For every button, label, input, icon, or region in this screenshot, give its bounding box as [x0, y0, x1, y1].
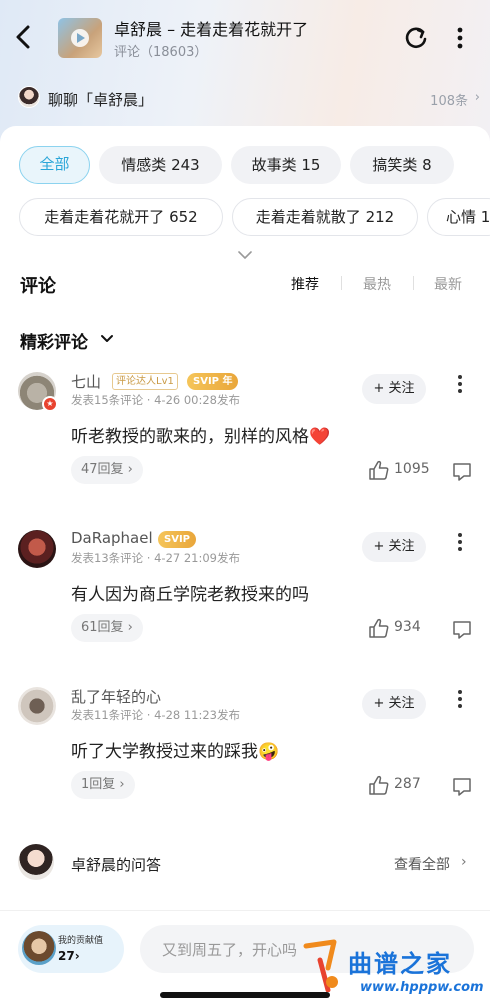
header: 卓舒晨 – 走着走着花就开了 评论（18603） [0, 0, 490, 80]
user-avatar[interactable] [18, 687, 56, 725]
comment-text: 听了大学教授过来的踩我🤪 [71, 742, 280, 762]
comment-input-placeholder: 又到周五了，开心吗 [162, 941, 298, 959]
chevron-right-icon: › [474, 90, 480, 105]
replies-button[interactable]: 1回复 › [71, 771, 135, 799]
tag-chip-story[interactable]: 故事类 15 [231, 146, 341, 184]
tag-chip-lyric-2[interactable]: 走着走着就散了 212 [232, 198, 418, 236]
follow-button[interactable]: + 关注 [362, 532, 426, 562]
refresh-icon[interactable] [402, 24, 430, 52]
sort-divider [341, 276, 342, 290]
thumbs-up-icon[interactable] [368, 460, 390, 480]
more-options-icon[interactable] [448, 24, 472, 52]
watermark-url: www.hpppw.com [360, 980, 484, 995]
song-cover-thumbnail[interactable] [58, 18, 102, 58]
comment-item: ★ 七山 评论达人Lv1 SVIP 年 发表15条评论 · 4-26 00:28… [0, 372, 490, 522]
chat-with-artist-row[interactable]: 聊聊「卓舒晨」 108条 › [0, 84, 490, 114]
svip-badge: SVIP 年 [187, 373, 239, 390]
back-arrow-icon[interactable] [12, 22, 36, 52]
like-count: 934 [394, 619, 421, 635]
svip-badge: SVIP [158, 531, 196, 548]
contribution-label: 我的贡献值 [58, 936, 104, 946]
artist-avatar [18, 844, 54, 880]
comment-item: DaRaphael SVIP 发表13条评论 · 4-27 21:09发布 + … [0, 529, 490, 680]
tag-chip-lyric-1[interactable]: 走着走着花就开了 652 [19, 198, 223, 236]
artist-qa-row[interactable]: 卓舒晨的问答 查看全部 › [0, 842, 490, 886]
contribution-value: 27› [58, 949, 80, 963]
more-options-icon[interactable] [452, 530, 468, 554]
tag-chip-emotion[interactable]: 情感类 243 [99, 146, 222, 184]
comment-text: 有人因为商丘学院老教授来的吗 [71, 585, 309, 605]
tag-chip-mood[interactable]: 心情 1 [427, 198, 490, 236]
follow-button[interactable]: + 关注 [362, 689, 426, 719]
comment-count: 评论（18603） [114, 45, 208, 60]
thumbs-down-icon[interactable] [452, 620, 472, 640]
user-name[interactable]: 七山 [71, 371, 101, 392]
play-icon[interactable] [71, 29, 89, 47]
sort-tab-hottest[interactable]: 最热 [363, 274, 391, 294]
user-name[interactable]: 乱了年轻的心 [71, 686, 161, 707]
chat-count: 108条 [430, 94, 468, 109]
tag-chip-all[interactable]: 全部 [19, 146, 90, 184]
artist-avatar [18, 86, 40, 108]
level-badge: 评论达人Lv1 [112, 373, 178, 390]
like-count: 1095 [394, 461, 430, 477]
user-avatar[interactable] [18, 530, 56, 568]
user-avatar [22, 931, 56, 965]
comments-section-title: 评论 [20, 276, 56, 297]
comment-item: 乱了年轻的心 发表11条评论 · 4-28 11:23发布 + 关注 听了大学教… [0, 687, 490, 837]
music-note-logo-icon [303, 939, 338, 992]
chevron-right-icon: › [461, 854, 467, 870]
comment-meta: 发表13条评论 · 4-27 21:09发布 [71, 551, 240, 565]
sort-tab-recommended[interactable]: 推荐 [291, 274, 319, 294]
like-count: 287 [394, 776, 421, 792]
song-title: 卓舒晨 – 走着走着花就开了 [114, 20, 309, 39]
tag-chip-funny[interactable]: 搞笑类 8 [350, 146, 454, 184]
more-options-icon[interactable] [452, 372, 468, 396]
vip-star-icon: ★ [42, 396, 58, 412]
sort-tab-newest[interactable]: 最新 [434, 274, 462, 294]
thumbs-down-icon[interactable] [452, 777, 472, 797]
follow-button[interactable]: + 关注 [362, 374, 426, 404]
thumbs-down-icon[interactable] [452, 462, 472, 482]
featured-comments-label[interactable]: 精彩评论 [20, 328, 88, 353]
qa-title: 卓舒晨的问答 [71, 856, 162, 874]
user-name[interactable]: DaRaphael [71, 529, 153, 547]
replies-button[interactable]: 61回复 › [71, 614, 143, 642]
chevron-down-icon[interactable] [100, 334, 114, 344]
sort-divider [413, 276, 414, 290]
comment-meta: 发表11条评论 · 4-28 11:23发布 [71, 708, 240, 722]
replies-button[interactable]: 47回复 › [71, 456, 143, 484]
comment-text: 听老教授的歌来的，别样的风格❤️ [71, 427, 331, 447]
view-all-link[interactable]: 查看全部 [394, 854, 450, 874]
chat-label: 聊聊「卓舒晨」 [48, 91, 154, 109]
thumbs-up-icon[interactable] [368, 618, 390, 638]
thumbs-up-icon[interactable] [368, 775, 390, 795]
home-indicator[interactable] [160, 992, 330, 998]
more-options-icon[interactable] [452, 687, 468, 711]
contribution-button[interactable]: 我的贡献值 27› [18, 925, 124, 973]
comment-meta: 发表15条评论 · 4-26 00:28发布 [71, 393, 240, 407]
expand-tags-chevron-icon[interactable] [236, 250, 254, 260]
watermark-name: 曲谱之家 [348, 950, 452, 978]
